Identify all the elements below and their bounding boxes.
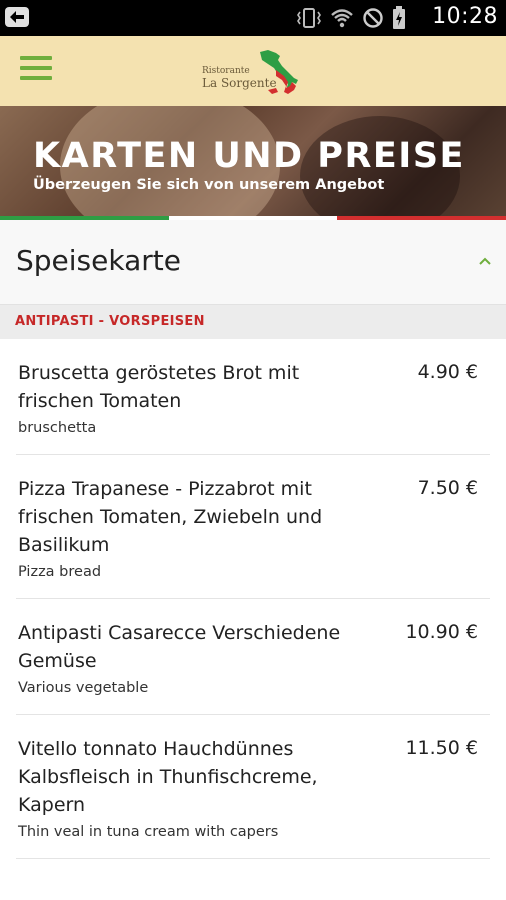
app-bar: Ristorante La Sorgente xyxy=(0,36,506,106)
item-description: Various vegetable xyxy=(18,680,149,696)
menu-item-list: Bruscetta geröstetes Brot mit frischen T… xyxy=(0,339,506,859)
item-description: bruschetta xyxy=(18,420,97,436)
menu-section-header[interactable]: Speisekarte xyxy=(0,220,506,305)
no-disturb-icon xyxy=(363,8,383,28)
battery-charging-icon xyxy=(393,6,405,29)
vibrate-icon xyxy=(297,8,321,28)
menu-item[interactable]: Pizza Trapanese - Pizzabrot mit frischen… xyxy=(16,455,490,599)
item-price: 11.50 € xyxy=(405,737,478,759)
logo-text-line-1: Ristorante xyxy=(202,66,250,76)
logo-text-line-2: La Sorgente xyxy=(202,76,277,90)
item-name: Vitello tonnato Hauchdünnes Kalbsfleisch… xyxy=(18,738,318,816)
item-description: Pizza bread xyxy=(18,564,102,580)
category-header: ANTIPASTI - VORSPEISEN xyxy=(0,305,506,339)
section-title: Speisekarte xyxy=(16,244,181,277)
banner-subtitle: Überzeugen Sie sich von unserem Angebot xyxy=(33,177,385,193)
clock-time: 10:28 xyxy=(432,4,498,29)
item-name: Bruscetta geröstetes Brot mit frischen T… xyxy=(18,362,300,412)
menu-item[interactable]: Antipasti Casarecce Verschiedene Gemüse … xyxy=(16,599,490,715)
item-name: Antipasti Casarecce Verschiedene Gemüse xyxy=(18,622,341,672)
status-bar: 10:28 xyxy=(0,0,506,36)
chevron-up-icon[interactable] xyxy=(478,256,492,266)
wifi-icon xyxy=(331,9,353,28)
item-name: Pizza Trapanese - Pizzabrot mit frischen… xyxy=(18,478,323,556)
item-description: Thin veal in tuna cream with capers xyxy=(18,824,279,840)
item-price: 10.90 € xyxy=(405,621,478,643)
category-label: ANTIPASTI - VORSPEISEN xyxy=(15,314,205,329)
back-arrow-icon[interactable] xyxy=(4,5,30,29)
menu-icon[interactable] xyxy=(20,56,52,84)
menu-item[interactable]: Bruscetta geröstetes Brot mit frischen T… xyxy=(16,339,490,455)
item-price: 4.90 € xyxy=(417,361,478,383)
restaurant-logo[interactable]: Ristorante La Sorgente xyxy=(198,46,310,98)
banner-title: KARTEN UND PREISE xyxy=(33,136,465,176)
hero-banner: KARTEN UND PREISE Überzeugen Sie sich vo… xyxy=(0,106,506,218)
item-price: 7.50 € xyxy=(417,477,478,499)
menu-item[interactable]: Vitello tonnato Hauchdünnes Kalbsfleisch… xyxy=(16,715,490,859)
